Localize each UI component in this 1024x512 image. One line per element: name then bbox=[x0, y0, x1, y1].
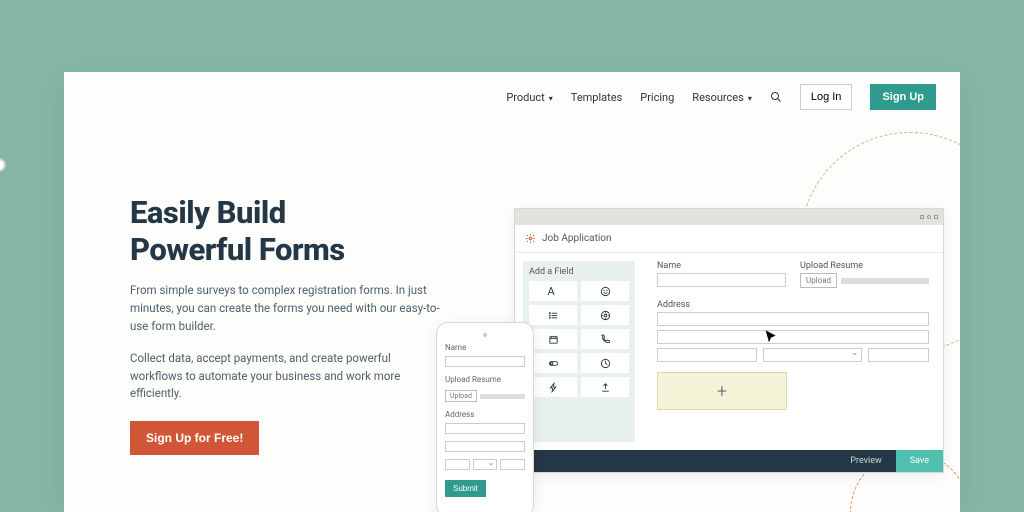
phone-upload-label: Upload Resume bbox=[445, 375, 525, 384]
phone-speaker-icon bbox=[483, 333, 487, 337]
palette-upload-icon[interactable] bbox=[581, 377, 629, 397]
nav-templates-label: Templates bbox=[571, 91, 622, 104]
window-max-icon bbox=[927, 215, 931, 219]
phone-name-label: Name bbox=[445, 343, 525, 352]
phone-preview: Name Upload Resume Upload Address ⌄ Subm… bbox=[436, 322, 534, 512]
form-canvas: Name Upload Resume Upload Address bbox=[643, 253, 943, 450]
window-close-icon bbox=[934, 215, 938, 219]
hero: Easily Build Powerful Forms From simple … bbox=[130, 194, 440, 455]
canvas-address-zip[interactable] bbox=[868, 348, 929, 362]
canvas-address-label: Address bbox=[657, 300, 929, 310]
nav-resources[interactable]: Resources ▾ bbox=[692, 91, 752, 104]
hero-headline: Easily Build Powerful Forms bbox=[130, 194, 440, 268]
canvas-upload-button[interactable]: Upload bbox=[800, 273, 837, 288]
builder-body: Add a Field A Nam bbox=[515, 253, 943, 450]
nav-product[interactable]: Product ▾ bbox=[506, 91, 552, 104]
window-titlebar bbox=[515, 209, 943, 225]
cta-signup-free[interactable]: Sign Up for Free! bbox=[130, 421, 259, 455]
builder-footer: Preview Save bbox=[515, 450, 943, 472]
plus-icon: + bbox=[717, 381, 727, 402]
palette-location-icon[interactable] bbox=[581, 305, 629, 325]
canvas-name-label: Name bbox=[657, 261, 786, 271]
upload-placeholder bbox=[841, 278, 929, 284]
phone-address-label: Address bbox=[445, 410, 525, 419]
landing-card: Product ▾ Templates Pricing Resources ▾ … bbox=[64, 72, 960, 512]
login-button[interactable]: Log In bbox=[800, 84, 853, 110]
hero-paragraph-2: Collect data, accept payments, and creat… bbox=[130, 350, 440, 403]
top-nav: Product ▾ Templates Pricing Resources ▾ … bbox=[506, 84, 936, 110]
palette-title: Add a Field bbox=[529, 267, 629, 277]
palette-toggle-icon[interactable] bbox=[529, 353, 577, 373]
nav-pricing-label: Pricing bbox=[640, 91, 674, 104]
phone-address-line2[interactable] bbox=[445, 441, 525, 452]
chevron-down-icon: ▾ bbox=[549, 94, 553, 103]
phone-address-state[interactable]: ⌄ bbox=[473, 459, 498, 470]
gear-icon bbox=[525, 233, 536, 244]
nav-resources-label: Resources bbox=[692, 91, 744, 104]
canvas-address-line2[interactable] bbox=[657, 330, 929, 344]
phone-address-zip[interactable] bbox=[500, 459, 525, 470]
save-button[interactable]: Save bbox=[896, 450, 943, 472]
canvas-address-state[interactable]: ⌄ bbox=[763, 348, 863, 362]
nav-pricing[interactable]: Pricing bbox=[640, 91, 674, 104]
field-palette: Add a Field A bbox=[523, 261, 635, 442]
phone-address-city[interactable] bbox=[445, 459, 470, 470]
hero-paragraph-1: From simple surveys to complex registrat… bbox=[130, 282, 440, 335]
nav-product-label: Product bbox=[506, 91, 544, 104]
builder-header: Job Application bbox=[515, 225, 943, 253]
builder-title: Job Application bbox=[542, 233, 612, 244]
canvas-address-city[interactable] bbox=[657, 348, 757, 362]
phone-name-input[interactable] bbox=[445, 356, 525, 367]
chevron-down-icon: ▾ bbox=[748, 94, 752, 103]
palette-text-icon[interactable]: A bbox=[529, 281, 577, 301]
nav-templates[interactable]: Templates bbox=[571, 91, 622, 104]
search-button[interactable] bbox=[770, 91, 782, 103]
canvas-upload-label: Upload Resume bbox=[800, 261, 929, 271]
hero-headline-line1: Easily Build bbox=[130, 194, 286, 231]
signup-button[interactable]: Sign Up bbox=[870, 84, 936, 110]
search-icon bbox=[770, 91, 782, 103]
phone-upload-button[interactable]: Upload bbox=[445, 390, 477, 402]
palette-phone-icon[interactable] bbox=[581, 329, 629, 349]
form-builder-window: Job Application Add a Field A bbox=[514, 208, 944, 473]
phone-submit-button[interactable]: Submit bbox=[445, 480, 486, 497]
phone-address-line1[interactable] bbox=[445, 423, 525, 434]
canvas-name-input[interactable] bbox=[657, 273, 786, 287]
palette-list-icon[interactable] bbox=[529, 305, 577, 325]
preview-button[interactable]: Preview bbox=[836, 450, 895, 472]
cursor-icon bbox=[763, 329, 779, 345]
palette-rating-icon[interactable] bbox=[581, 353, 629, 373]
phone-upload-placeholder bbox=[480, 394, 525, 399]
palette-action-icon[interactable] bbox=[529, 377, 577, 397]
palette-smile-icon[interactable] bbox=[581, 281, 629, 301]
add-field-dropzone[interactable]: + bbox=[657, 372, 787, 410]
palette-calendar-icon[interactable] bbox=[529, 329, 577, 349]
canvas-address-line1[interactable] bbox=[657, 312, 929, 326]
hero-headline-line2: Powerful Forms bbox=[130, 231, 345, 268]
decorative-knob bbox=[0, 158, 8, 174]
window-min-icon bbox=[920, 215, 924, 219]
